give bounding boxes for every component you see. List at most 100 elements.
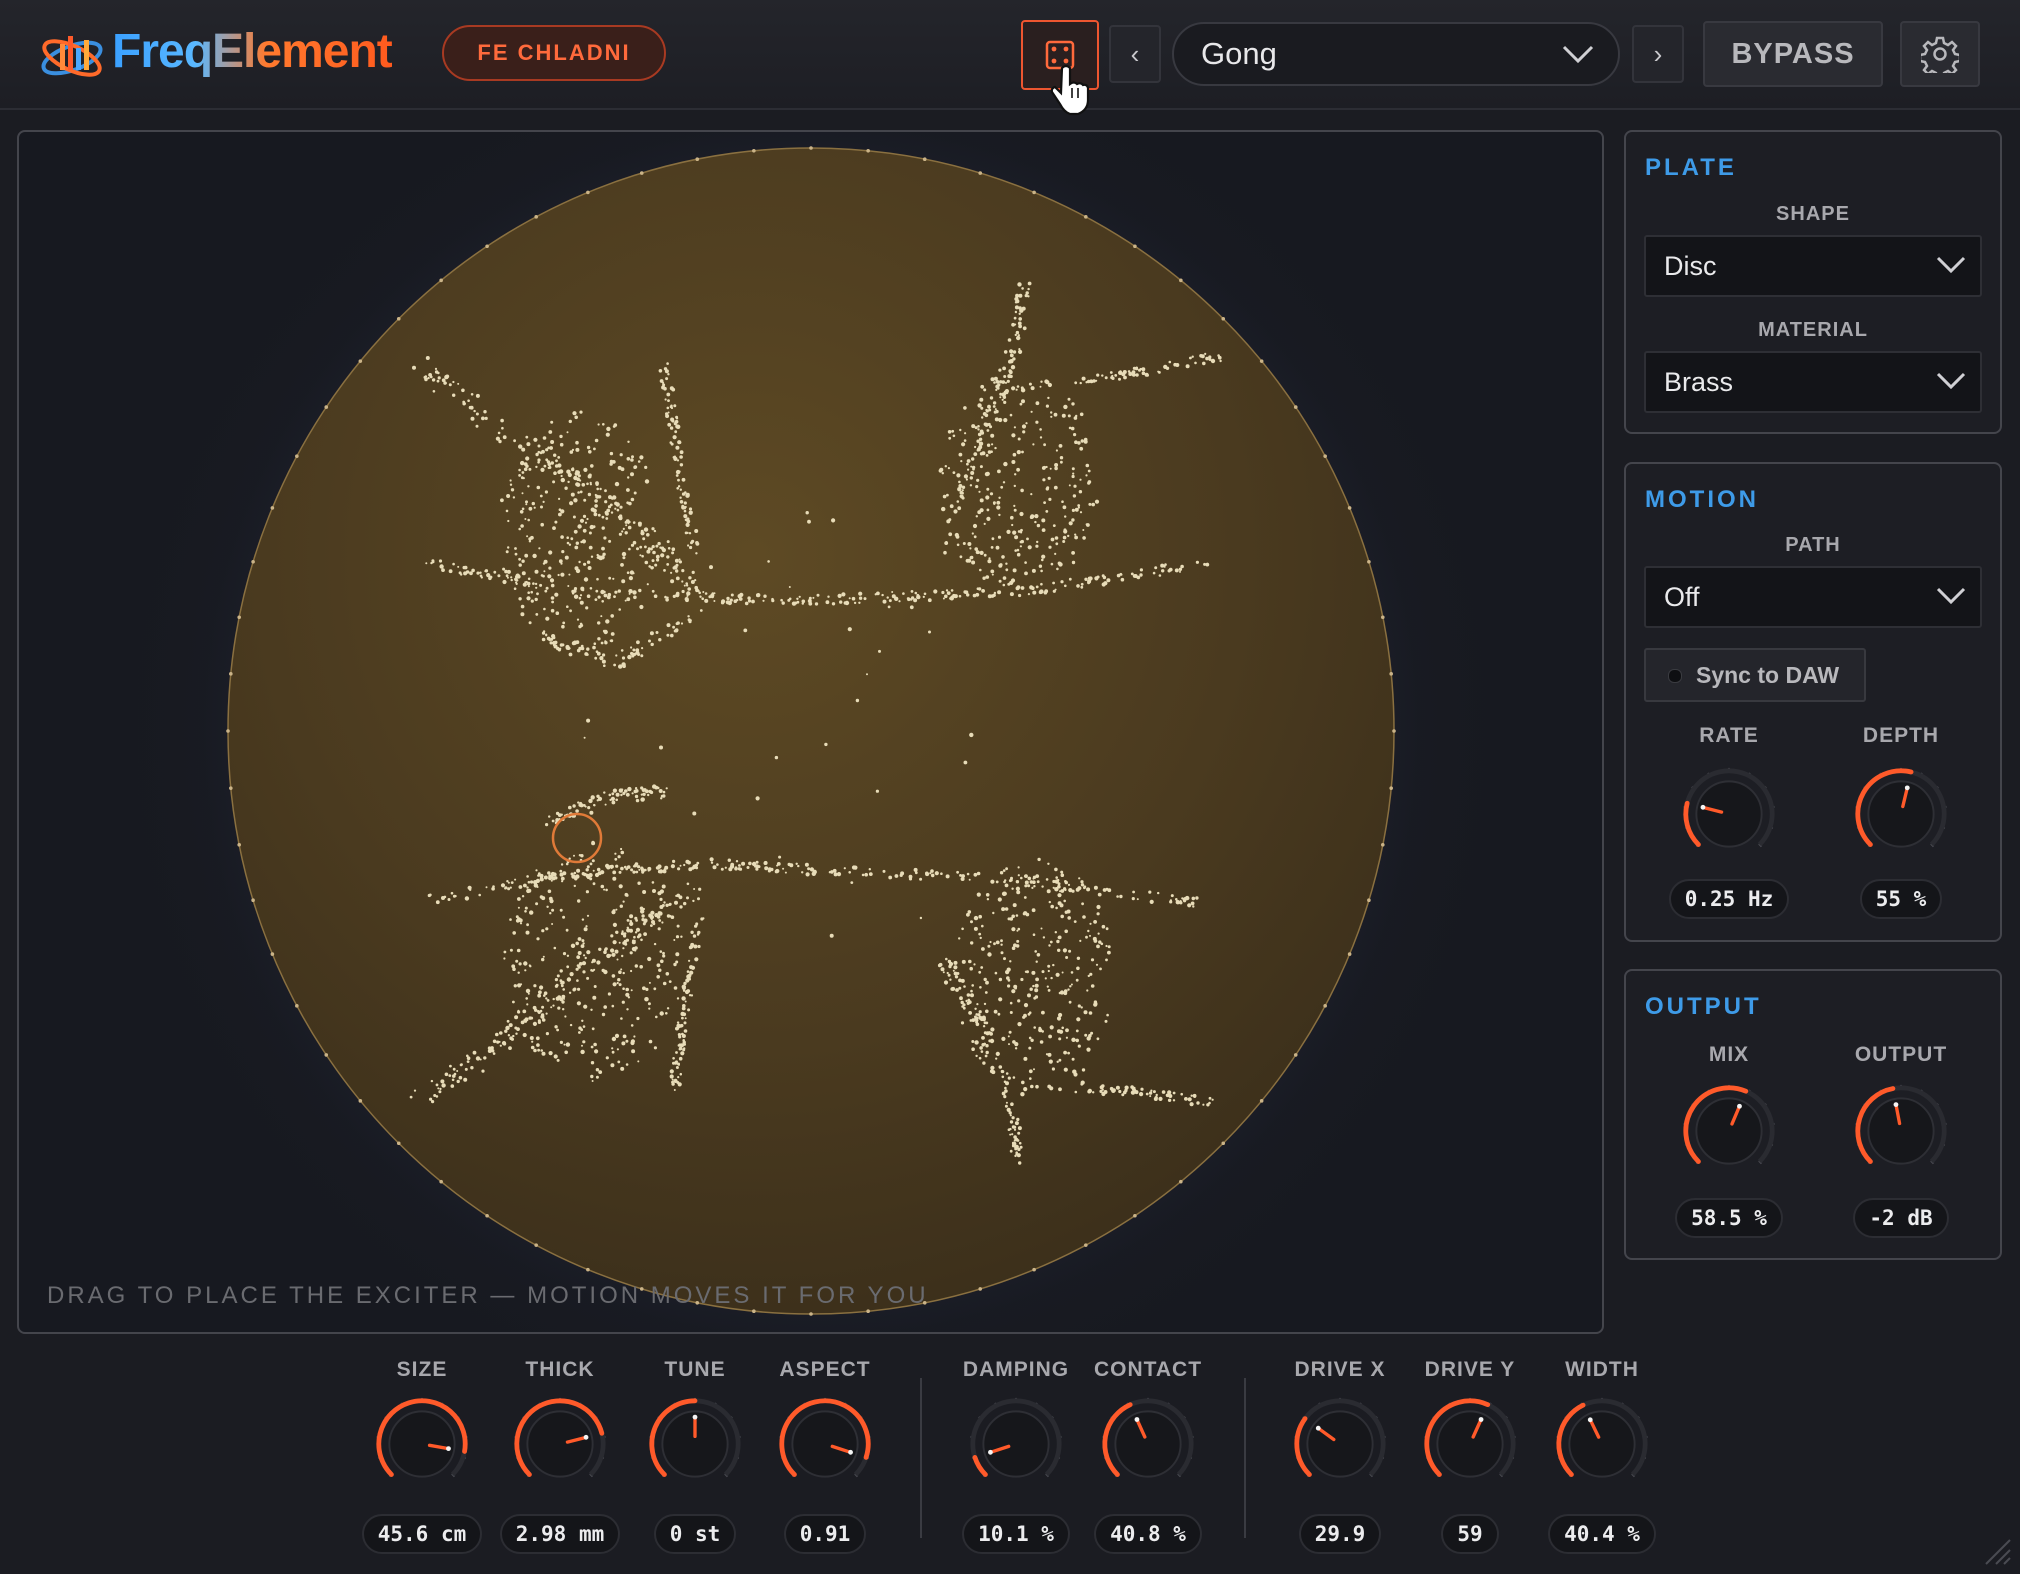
sand-grain bbox=[1084, 1033, 1088, 1037]
knob-value[interactable]: -2 dB bbox=[1853, 1198, 1949, 1238]
next-preset-button[interactable]: › bbox=[1632, 25, 1684, 83]
knob-value[interactable]: 10.1 % bbox=[962, 1514, 1070, 1554]
sand-grain bbox=[596, 487, 599, 491]
sand-grain bbox=[603, 888, 606, 891]
plate-view[interactable]: DRAG TO PLACE THE EXCITER — MOTION MOVES… bbox=[17, 130, 1604, 1334]
sand-grain bbox=[1161, 1090, 1166, 1094]
sand-grain bbox=[679, 488, 682, 491]
sand-grain bbox=[677, 478, 680, 482]
sand-grain bbox=[583, 873, 586, 877]
rim-marker bbox=[978, 1287, 983, 1291]
sand-grain bbox=[665, 1012, 668, 1015]
knob-value[interactable]: 0.91 bbox=[783, 1514, 867, 1554]
sand-grain bbox=[686, 517, 690, 521]
knob-value[interactable]: 40.8 % bbox=[1094, 1514, 1202, 1554]
sand-grain bbox=[1192, 905, 1195, 908]
contact-knob[interactable] bbox=[1100, 1396, 1196, 1492]
sand-grain bbox=[1051, 1067, 1055, 1071]
knob-value[interactable]: 59 bbox=[1441, 1514, 1499, 1554]
sand-grain bbox=[692, 864, 697, 869]
sand-grain bbox=[632, 870, 636, 874]
sand-grain bbox=[825, 600, 830, 605]
output-knob[interactable] bbox=[1853, 1083, 1949, 1179]
sand-grain bbox=[1047, 964, 1051, 968]
knob-value[interactable]: 0 st bbox=[653, 1514, 737, 1554]
knob-value[interactable]: 45.6 cm bbox=[361, 1514, 483, 1554]
resize-grip-icon[interactable] bbox=[1982, 1536, 2012, 1566]
width-knob[interactable] bbox=[1554, 1396, 1650, 1492]
settings-button[interactable] bbox=[1900, 21, 1980, 87]
sand-grain bbox=[804, 862, 809, 867]
bypass-button[interactable]: BYPASS bbox=[1703, 21, 1883, 87]
sync-to-daw-toggle[interactable]: Sync to DAW bbox=[1644, 648, 1866, 702]
sand-grain bbox=[661, 904, 665, 907]
knob-value[interactable]: 55 % bbox=[1859, 879, 1943, 919]
sand-grain bbox=[444, 1072, 449, 1077]
knob-value[interactable]: 29.9 bbox=[1298, 1514, 1382, 1554]
drive-x-knob[interactable] bbox=[1292, 1396, 1388, 1492]
rate-knob[interactable] bbox=[1681, 766, 1777, 862]
sand-grain bbox=[1190, 1094, 1193, 1097]
sand-grain bbox=[448, 1074, 452, 1077]
material-select[interactable]: Brass bbox=[1644, 351, 1982, 413]
path-select[interactable]: Off bbox=[1644, 566, 1982, 628]
sand-grain bbox=[499, 1031, 503, 1035]
sand-grain bbox=[975, 485, 979, 489]
sand-grain bbox=[1062, 505, 1067, 510]
sand-grain bbox=[434, 367, 438, 370]
chladni-plate-canvas[interactable] bbox=[19, 132, 1602, 1332]
sand-grain bbox=[942, 494, 947, 499]
size-knob[interactable] bbox=[374, 1396, 470, 1492]
sand-grain bbox=[625, 987, 629, 992]
sand-grain bbox=[949, 504, 954, 509]
sand-grain bbox=[963, 474, 969, 479]
sand-grain bbox=[1012, 530, 1017, 535]
damping-knob[interactable] bbox=[968, 1396, 1064, 1492]
knob-body bbox=[1114, 1410, 1182, 1478]
sand-grain bbox=[1002, 1091, 1005, 1095]
tune-knob[interactable] bbox=[647, 1396, 743, 1492]
sand-grain bbox=[633, 935, 636, 939]
sand-grain bbox=[1027, 593, 1030, 596]
sand-grain bbox=[597, 423, 600, 426]
sand-grain bbox=[962, 1006, 966, 1010]
mix-knob[interactable] bbox=[1681, 1083, 1777, 1179]
sand-grain bbox=[985, 893, 990, 897]
sand-grain bbox=[919, 916, 923, 920]
rim-marker bbox=[1367, 559, 1371, 564]
sand-grain bbox=[612, 940, 617, 945]
sand-grain bbox=[1104, 1019, 1108, 1023]
sand-grain bbox=[646, 583, 649, 586]
shape-select[interactable]: Disc bbox=[1644, 235, 1982, 297]
sand-grain bbox=[1029, 515, 1034, 519]
sand-grain bbox=[864, 872, 868, 877]
sand-grain bbox=[624, 599, 627, 602]
knob-value[interactable]: 0.25 Hz bbox=[1668, 879, 1790, 919]
knob-value[interactable]: 40.4 % bbox=[1548, 1514, 1656, 1554]
sand-grain bbox=[479, 571, 482, 574]
sand-grain bbox=[576, 477, 580, 482]
depth-knob[interactable] bbox=[1853, 766, 1949, 862]
thick-knob[interactable] bbox=[512, 1396, 608, 1492]
sand-grain bbox=[626, 457, 631, 461]
sand-grain bbox=[1081, 902, 1084, 906]
sand-grain bbox=[1067, 534, 1070, 538]
drive-y-knob[interactable] bbox=[1422, 1396, 1518, 1492]
sand-grain bbox=[568, 543, 572, 546]
knob-value[interactable]: 58.5 % bbox=[1675, 1198, 1783, 1238]
aspect-knob[interactable] bbox=[777, 1396, 873, 1492]
sand-grain bbox=[614, 481, 620, 487]
sand-grain bbox=[1071, 518, 1075, 522]
sand-grain bbox=[518, 962, 522, 966]
sand-grain bbox=[1158, 371, 1161, 374]
sand-grain bbox=[1148, 890, 1152, 894]
sand-grain bbox=[632, 590, 637, 595]
sand-grain bbox=[688, 576, 692, 580]
prev-preset-button[interactable]: ‹ bbox=[1109, 25, 1161, 83]
preset-selector[interactable]: Gong bbox=[1172, 22, 1620, 86]
rim-marker bbox=[324, 1053, 329, 1057]
sand-grain bbox=[851, 596, 856, 601]
sand-grain bbox=[998, 977, 1003, 982]
sand-grain bbox=[875, 789, 880, 793]
knob-value[interactable]: 2.98 mm bbox=[499, 1514, 621, 1554]
